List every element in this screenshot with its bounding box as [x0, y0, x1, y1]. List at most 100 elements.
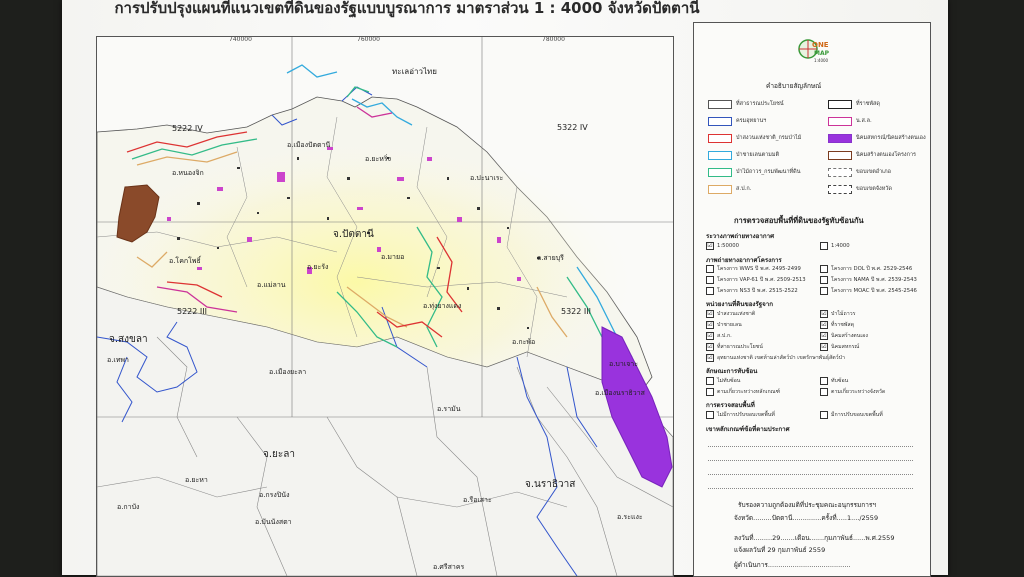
checkbox[interactable] — [820, 377, 828, 385]
agency-option[interactable]: ☑ ป่าชายเลน — [706, 321, 742, 329]
project-option[interactable]: โครงการ NS3 ปี พ.ศ. 2515-2522 — [706, 287, 798, 295]
label-sheet-nw: 5222 IV — [172, 124, 203, 133]
checkbox[interactable]: ☑ — [706, 354, 714, 362]
checkbox[interactable]: ☑ — [706, 343, 714, 351]
checkbox[interactable]: ☑ — [820, 343, 828, 351]
svg-text:MAP: MAP — [814, 50, 830, 57]
checkbox[interactable] — [820, 388, 828, 396]
overlap-option[interactable]: ไม่ทับซ้อน — [706, 377, 740, 385]
map-frame: 740000 760000 780000 ทะเลอ่าวไทย 5222 IV… — [96, 36, 674, 577]
agency-option[interactable]: ☑ ที่ราชพัสดุ — [820, 321, 854, 329]
scale-option[interactable]: ☑ 1:50000 — [706, 242, 739, 250]
agency-option[interactable]: ☑ ป่าไม้ถาวร — [820, 310, 856, 318]
cert-province: จังหวัด.........ปัตตานี..............ครั… — [734, 514, 879, 522]
checkbox[interactable] — [820, 287, 828, 295]
agency-option[interactable]: ☑ ที่สาธารณประโยชน์ — [706, 343, 763, 351]
legend-panel: ONE MAP 1:4000 คำอธิบายสัญลักษณ์ ที่สาธา… — [693, 22, 931, 577]
legend-item: นิคมสหกรณ์/นิคมสร้างตนเอง — [828, 133, 926, 143]
checkbox[interactable]: ☑ — [820, 332, 828, 340]
checkbox[interactable]: ☑ — [706, 310, 714, 318]
legend-item: ป่าสงวนแห่งชาติ_กรมป่าไม้ — [708, 133, 801, 143]
label-pattani: จ.ปัตตานี — [333, 229, 374, 240]
project-option[interactable]: โครงการ DOL ปี พ.ศ. 2529-2546 — [820, 265, 912, 273]
label-narathiwat: จ.นราธิวาส — [525, 479, 576, 490]
legend-heading: คำอธิบายสัญลักษณ์ — [766, 82, 822, 90]
label-yarang: อ.ยะรัง — [307, 263, 329, 271]
cert-notice: แจ้งผลวันที่ 29 กุมภาพันธ์ 2559 — [734, 546, 826, 554]
label-kabang: อ.กาบัง — [117, 503, 140, 511]
agency-option[interactable]: ☑ นิคมสหกรณ์ — [820, 343, 859, 351]
checkbox[interactable] — [706, 411, 714, 419]
coord-top-3: 780000 — [542, 36, 565, 43]
agency-option[interactable]: ☑ ส.ป.ก. — [706, 332, 732, 340]
project-option[interactable]: โครงการ MOAC ปี พ.ศ. 2545-2546 — [820, 287, 917, 295]
agency-option[interactable]: ☑ ป่าสงวนแห่งชาติ — [706, 310, 755, 318]
agency-option[interactable]: ☑ นิคมสร้างตนเอง — [820, 332, 868, 340]
label-thung-yang-daeng: อ.ทุ่งยางแดง — [423, 302, 462, 310]
cert-date: ลงวันที่.........29.......เดือน.......กุ… — [734, 534, 895, 542]
label-sea: ทะเลอ่าวไทย — [392, 67, 437, 76]
overlap-title: ลักษณะการทับซ้อน — [706, 368, 758, 375]
checkbox[interactable] — [820, 411, 828, 419]
checkbox[interactable]: ☑ — [820, 310, 828, 318]
area-option[interactable]: มีการปรับขอบเขตพื้นที่ — [820, 411, 883, 419]
one-map-logo: ONE MAP 1:4000 — [798, 39, 830, 63]
label-mae-lan: อ.แม่ลาน — [257, 281, 286, 289]
legend-item: ที่ราชพัสดุ — [828, 99, 880, 109]
checkbox[interactable]: ☑ — [706, 242, 714, 250]
label-songkhla: จ.สงขลา — [109, 334, 148, 345]
area-title: การตรวจสอบพื้นที่ — [706, 402, 755, 409]
legend-item: ป่าชายเลนตามมติ — [708, 150, 779, 160]
label-thepha: อ.เทพา — [107, 356, 129, 364]
agency-option[interactable]: ☑ อุทยานแห่งชาติ เขตห้ามล่าสัตว์ป่า เขตรั… — [706, 354, 845, 362]
label-muang-yala: อ.เมืองยะลา — [269, 368, 307, 376]
checkbox[interactable] — [706, 265, 714, 273]
checkbox[interactable] — [706, 377, 714, 385]
label-kapho: อ.กะพ้อ — [512, 338, 536, 346]
label-sheet-se: 5322 III — [561, 307, 591, 316]
label-khok-pho: อ.โคกโพธิ์ — [169, 257, 201, 265]
checkbox[interactable] — [820, 242, 828, 250]
project-option[interactable]: โครงการ WWS ปี พ.ศ. 2495-2499 — [706, 265, 801, 273]
label-ra-ngae: อ.ระแงะ — [617, 513, 643, 521]
coord-top-2: 760000 — [357, 36, 380, 43]
overlap-option[interactable]: ตามเกี่ยวระหว่างจังหวัด — [820, 388, 885, 396]
checkbox[interactable] — [706, 276, 714, 284]
project-option[interactable]: โครงการ NAMA ปี พ.ศ. 2539-2543 — [820, 276, 917, 284]
area-option[interactable]: ไม่มีการปรับขอบเขตพื้นที่ — [706, 411, 775, 419]
check-title: การตรวจสอบพื้นที่ที่ดินของรัฐทับซ้อนกัน — [734, 216, 864, 225]
checkbox[interactable]: ☑ — [706, 332, 714, 340]
label-yaha: อ.ยะหา — [185, 476, 208, 484]
label-raman: อ.รามัน — [437, 405, 461, 413]
scale-option[interactable]: 1:4000 — [820, 242, 850, 250]
dotted-line — [708, 446, 913, 447]
checkbox[interactable] — [820, 276, 828, 284]
legend-item: นิคมสร้างตนเองโครงการ — [828, 150, 916, 160]
label-sheet-ne: 5322 IV — [557, 123, 588, 132]
project-title: ภาพถ่ายทางอากาศโครงการ — [706, 257, 782, 264]
checkbox[interactable]: ☑ — [820, 321, 828, 329]
label-bacho: อ.บาเจาะ — [609, 360, 638, 368]
checkbox[interactable] — [706, 388, 714, 396]
dotted-line — [708, 474, 913, 475]
legend-item: ครมอุทยานฯ — [708, 116, 766, 126]
label-nong-chik: อ.หนองจิก — [172, 169, 204, 177]
scale-title: ระวางภาพถ่ายทางอากาศ — [706, 233, 775, 240]
dotted-line — [708, 460, 913, 461]
overlap-option[interactable]: ทับซ้อน — [820, 377, 848, 385]
cert-by: ผู้ดำเนินการ............................… — [734, 561, 851, 569]
label-muang-narathiwat: อ.เมืองนราธิวาส — [595, 389, 645, 397]
checkbox[interactable] — [706, 287, 714, 295]
dotted-line — [708, 488, 913, 489]
cert-line: รับรองความถูกต้องมติที่ประชุมคณะอนุกรรมก… — [738, 501, 877, 509]
overlap-option[interactable]: ตามเกี่ยวระหว่างหลักเกณฑ์ — [706, 388, 780, 396]
checkbox[interactable]: ☑ — [706, 321, 714, 329]
map-title: การปรับปรุงแผนที่แนวเขตที่ดินของรัฐแบบบู… — [114, 0, 700, 17]
label-bannang-sata: อ.บันนังสตา — [255, 518, 292, 526]
project-option[interactable]: โครงการ VAP-61 ปี พ.ศ. 2509-2513 — [706, 276, 806, 284]
criteria-title: เขาหลักเกณฑ์ข้อที่ตามประกาศ — [706, 426, 790, 433]
checkbox[interactable] — [820, 265, 828, 273]
label-sai-buri: อ.สายบุรี — [537, 254, 564, 262]
label-muang-pattani: อ.เมืองปัตตานี — [287, 141, 331, 149]
label-si-sakhon: อ.ศรีสาคร — [433, 563, 465, 571]
